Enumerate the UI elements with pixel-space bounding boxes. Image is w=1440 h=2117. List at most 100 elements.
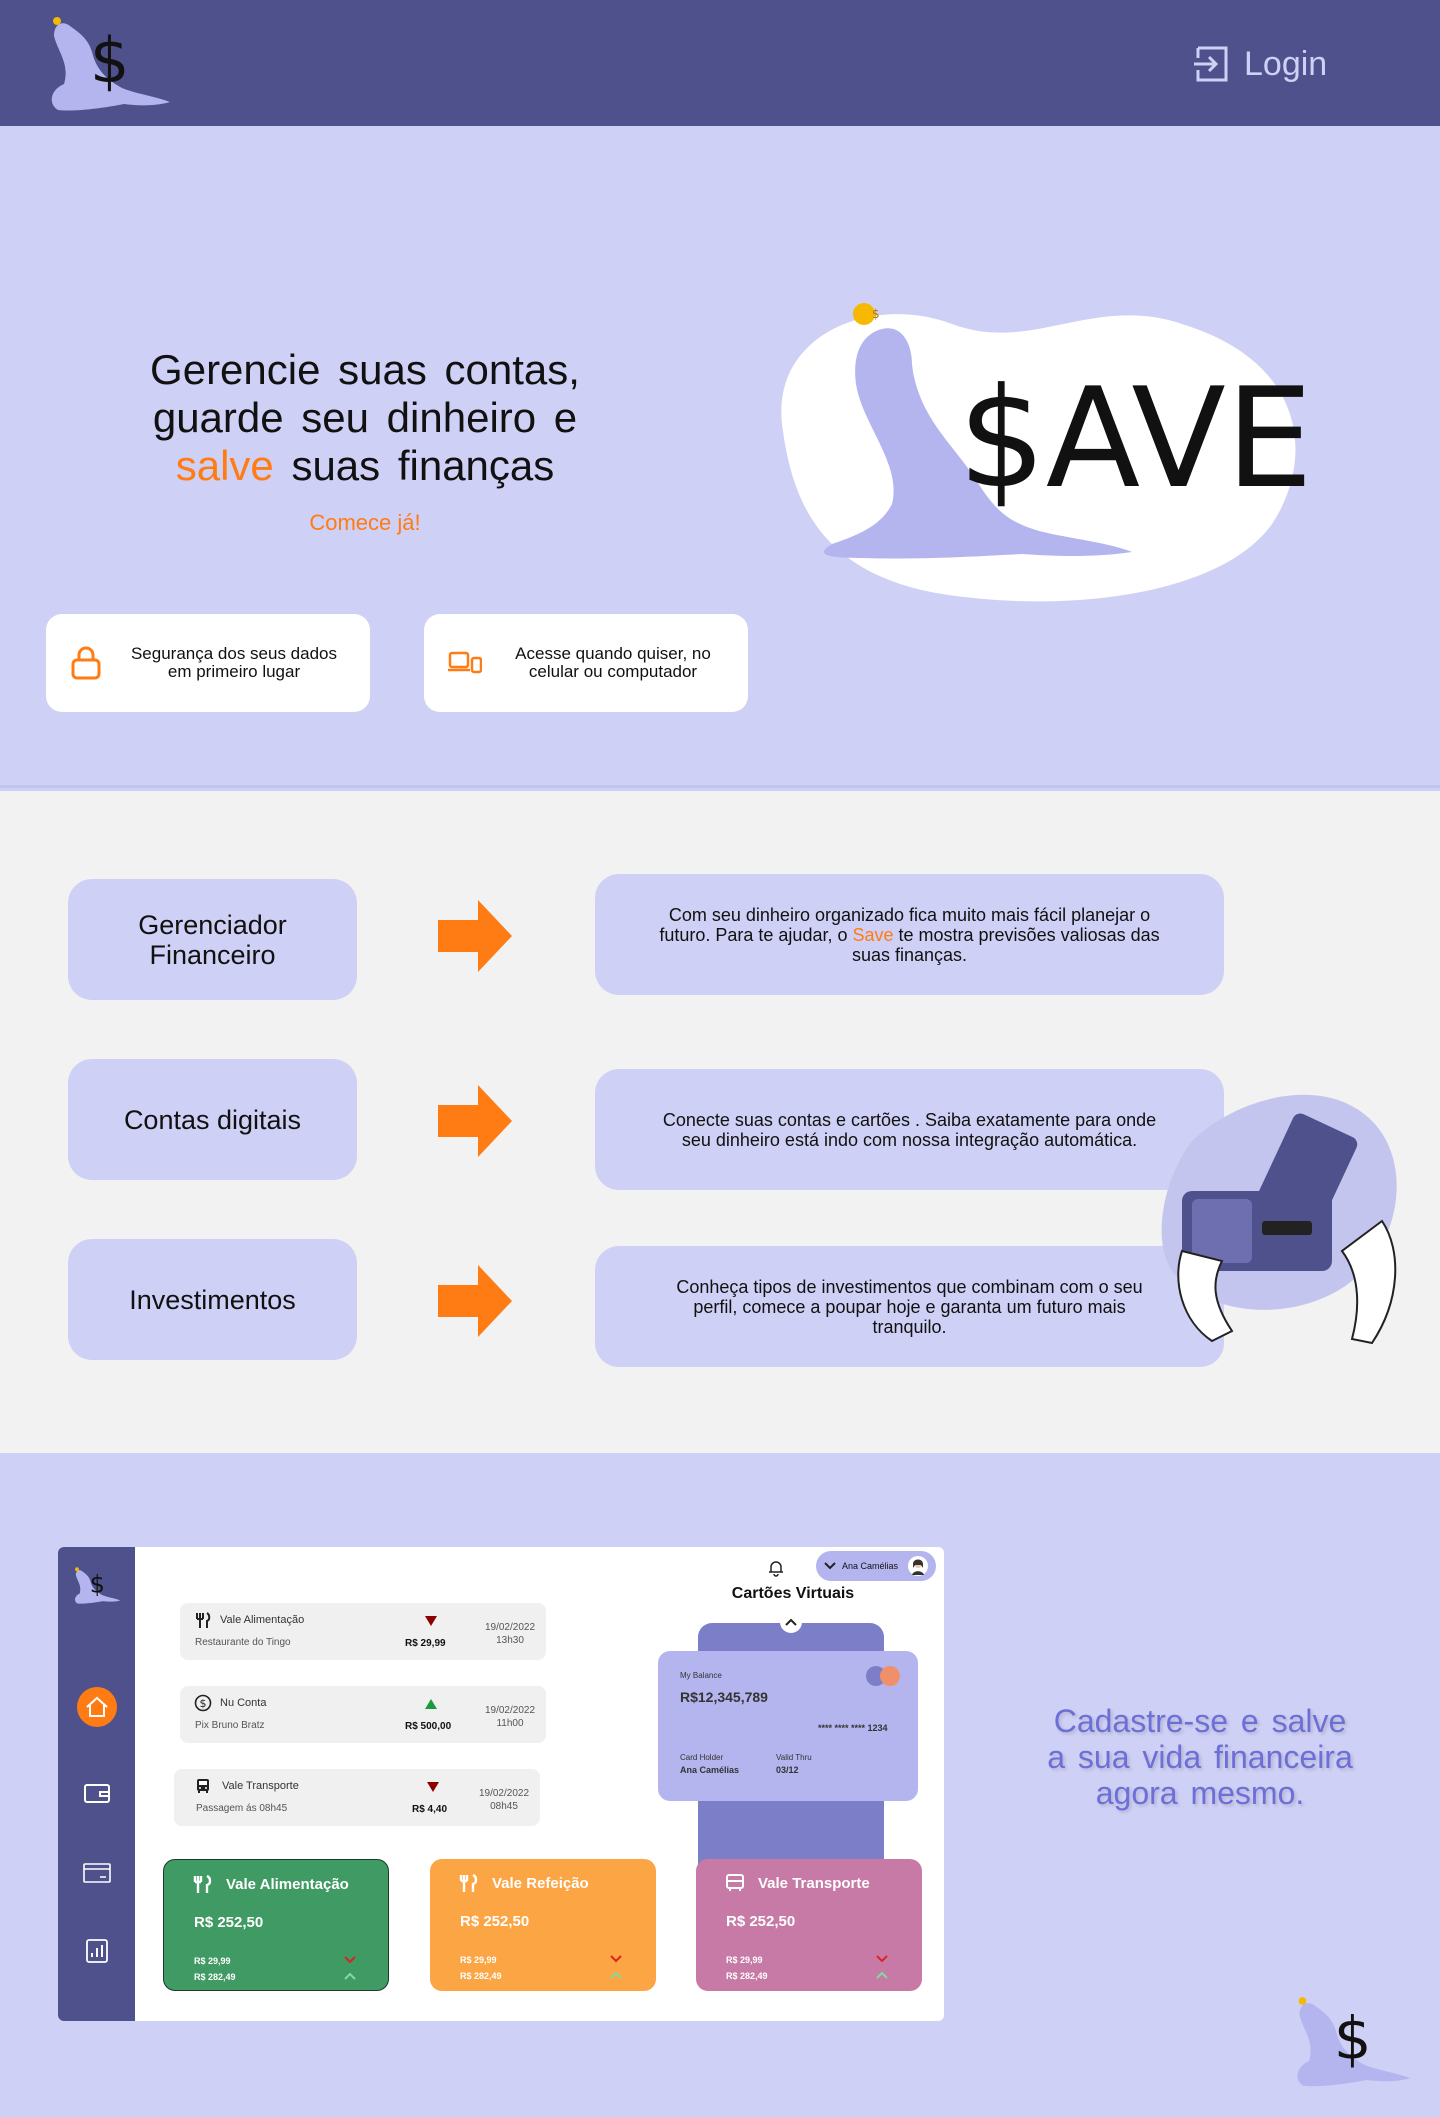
feature-title: Contas digitais: [68, 1059, 357, 1180]
card-balance: R$12,345,789: [680, 1689, 768, 1705]
arrow-right-icon: [438, 1265, 512, 1337]
home-icon: [86, 1696, 108, 1717]
benefit-card-meal[interactable]: Vale Refeição R$ 252,50 R$ 29,99 R$ 282,…: [430, 1859, 656, 1991]
feature-title: Gerenciador Financeiro: [68, 879, 357, 1000]
feature-card-label: Acesse quando quiser, no celular ou comp…: [515, 644, 711, 681]
user-name: Ana Camélias: [842, 1561, 899, 1571]
arrow-down-icon: [425, 1616, 437, 1626]
balance-label: My Balance: [680, 1671, 722, 1680]
transaction-name: Vale Alimentação: [220, 1614, 305, 1626]
lock-icon: [71, 646, 101, 680]
benefit-line: R$ 29,99: [726, 1955, 763, 1965]
transaction-amount: R$ 4,40: [412, 1804, 448, 1815]
bell-icon[interactable]: [768, 1559, 784, 1577]
save-brand-illustration: $ $AVE: [781, 303, 1313, 602]
user-menu[interactable]: Ana Camélias: [816, 1551, 936, 1581]
start-now-link[interactable]: Comece já!: [230, 510, 500, 536]
svg-text:$: $: [1334, 2004, 1372, 2073]
transaction-datetime: 19/02/2022 11h00: [480, 1704, 540, 1730]
bar-chart-icon: [86, 1939, 108, 1963]
devices-icon: [448, 651, 482, 674]
app-sidebar: $: [58, 1547, 135, 2021]
svg-text:$: $: [200, 1697, 207, 1710]
benefit-name: Vale Alimentação: [226, 1876, 349, 1893]
feature-card-label: Segurança dos seus dados em primeiro lug…: [130, 644, 338, 681]
feature-title: Investimentos: [68, 1239, 357, 1360]
transaction-row[interactable]: Vale Transporte Passagem ás 08h45 R$ 4,4…: [174, 1769, 540, 1826]
transaction-sub: Pix Bruno Bratz: [195, 1720, 265, 1731]
benefit-card-transport[interactable]: Vale Transporte R$ 252,50 R$ 29,99 R$ 28…: [696, 1859, 922, 1991]
chevron-up-icon: [785, 1618, 797, 1626]
arrow-right-icon: [438, 900, 512, 972]
desc-text: Conheça tipos de investimentos que combi…: [676, 1276, 1143, 1337]
virtual-cards-title: Cartões Virtuais: [731, 1585, 855, 1602]
card-valid: 03/12: [776, 1765, 799, 1775]
wallet-hands-illustration: [1161, 1094, 1397, 1345]
virtual-card[interactable]: My Balance R$12,345,789 **** **** **** 1…: [658, 1651, 918, 1801]
login-button[interactable]: Login: [1192, 40, 1327, 88]
feature-description: Conheça tipos de investimentos que combi…: [595, 1246, 1224, 1367]
transaction-date: 19/02/2022: [484, 1705, 536, 1716]
benefit-name: Vale Refeição: [492, 1875, 589, 1892]
benefit-line: R$ 29,99: [194, 1956, 231, 1966]
chevron-up-icon: [610, 1971, 622, 1979]
header: $ Login: [0, 0, 1440, 126]
transaction-time: 08h45: [490, 1801, 518, 1812]
card-holder-label: Card Holder: [680, 1753, 724, 1762]
features-section: Gerenciador Financeiro Com seu dinheiro …: [0, 791, 1440, 1453]
arrow-right-icon: [438, 1085, 512, 1157]
signup-link[interactable]: Cadastre-se e salve a sua vida financeir…: [1040, 1703, 1360, 1811]
benefit-line: R$ 282,49: [460, 1971, 502, 1981]
card-number: **** **** **** 1234: [818, 1723, 888, 1733]
chevron-down-icon: [610, 1955, 622, 1963]
arrow-up-icon: [425, 1699, 437, 1709]
transaction-time: 11h00: [496, 1718, 524, 1729]
card-holder: Ana Camélias: [680, 1765, 740, 1775]
benefit-line: R$ 29,99: [460, 1955, 497, 1965]
feature-description: Com seu dinheiro organizado fica muito m…: [595, 874, 1224, 995]
transaction-row[interactable]: Vale Alimentação Restaurante do Tingo R$…: [180, 1603, 546, 1660]
benefit-value: R$ 252,50: [194, 1914, 264, 1931]
transaction-row[interactable]: $ Nu Conta Pix Bruno Bratz R$ 500,00 19/…: [180, 1686, 546, 1743]
card-icon: [83, 1863, 111, 1883]
seal-logo-icon: $: [74, 1567, 121, 1604]
benefit-line: R$ 282,49: [194, 1972, 236, 1982]
feature-card-security: Segurança dos seus dados em primeiro lug…: [46, 614, 370, 712]
cutlery-icon: [459, 1873, 478, 1892]
card-brand-icon: [866, 1666, 900, 1686]
cutlery-icon: [193, 1874, 212, 1893]
transaction-date: 19/02/2022: [478, 1788, 530, 1799]
feature-description: Conecte suas contas e cartões . Saiba ex…: [595, 1069, 1224, 1190]
seal-logo-icon[interactable]: $: [44, 12, 174, 112]
transaction-name: Vale Transporte: [222, 1780, 299, 1792]
card-prev-button[interactable]: [780, 1611, 802, 1633]
transaction-sub: Restaurante do Tingo: [195, 1637, 291, 1648]
wallet-nav-button[interactable]: [77, 1773, 117, 1813]
chevron-up-icon: [344, 1972, 356, 1980]
app-screenshot: $ Vale Alimentação Restaurante do Tingo …: [58, 1547, 944, 2021]
cutlery-icon: [196, 1612, 211, 1628]
dollar-circle-icon: $: [194, 1694, 212, 1712]
benefit-card-meal-food[interactable]: Vale Alimentação R$ 252,50 R$ 29,99 R$ 2…: [163, 1859, 389, 1991]
feature-card-devices: Acesse quando quiser, no celular ou comp…: [424, 614, 748, 712]
seal-logo-icon: $: [1297, 1997, 1411, 2087]
benefit-name: Vale Transporte: [758, 1875, 870, 1892]
hero-title-line3: salve suas finanças: [110, 442, 620, 490]
transaction-time: 13h30: [496, 1635, 524, 1646]
svg-text:$: $: [90, 1571, 105, 1599]
hero-section: Gerencie suas contas, guarde seu dinheir…: [0, 126, 1440, 788]
home-button[interactable]: [77, 1687, 117, 1727]
login-icon: [1194, 46, 1228, 82]
card-valid-label: Valid Thru: [776, 1753, 812, 1762]
chart-nav-button[interactable]: [77, 1931, 117, 1971]
app-preview-section: $ Vale Alimentação Restaurante do Tingo …: [0, 1453, 1440, 2117]
benefit-value: R$ 252,50: [726, 1913, 796, 1930]
transaction-name: Nu Conta: [220, 1697, 267, 1709]
card-nav-button[interactable]: [77, 1853, 117, 1893]
chevron-down-icon: [344, 1956, 356, 1964]
transaction-date: 19/02/2022: [484, 1622, 536, 1633]
avatar: [908, 1556, 928, 1576]
desc-text: te mostra previsões valiosas das suas fi…: [851, 924, 1160, 965]
chevron-down-icon: [876, 1955, 888, 1963]
transaction-amount: R$ 500,00: [405, 1721, 452, 1732]
